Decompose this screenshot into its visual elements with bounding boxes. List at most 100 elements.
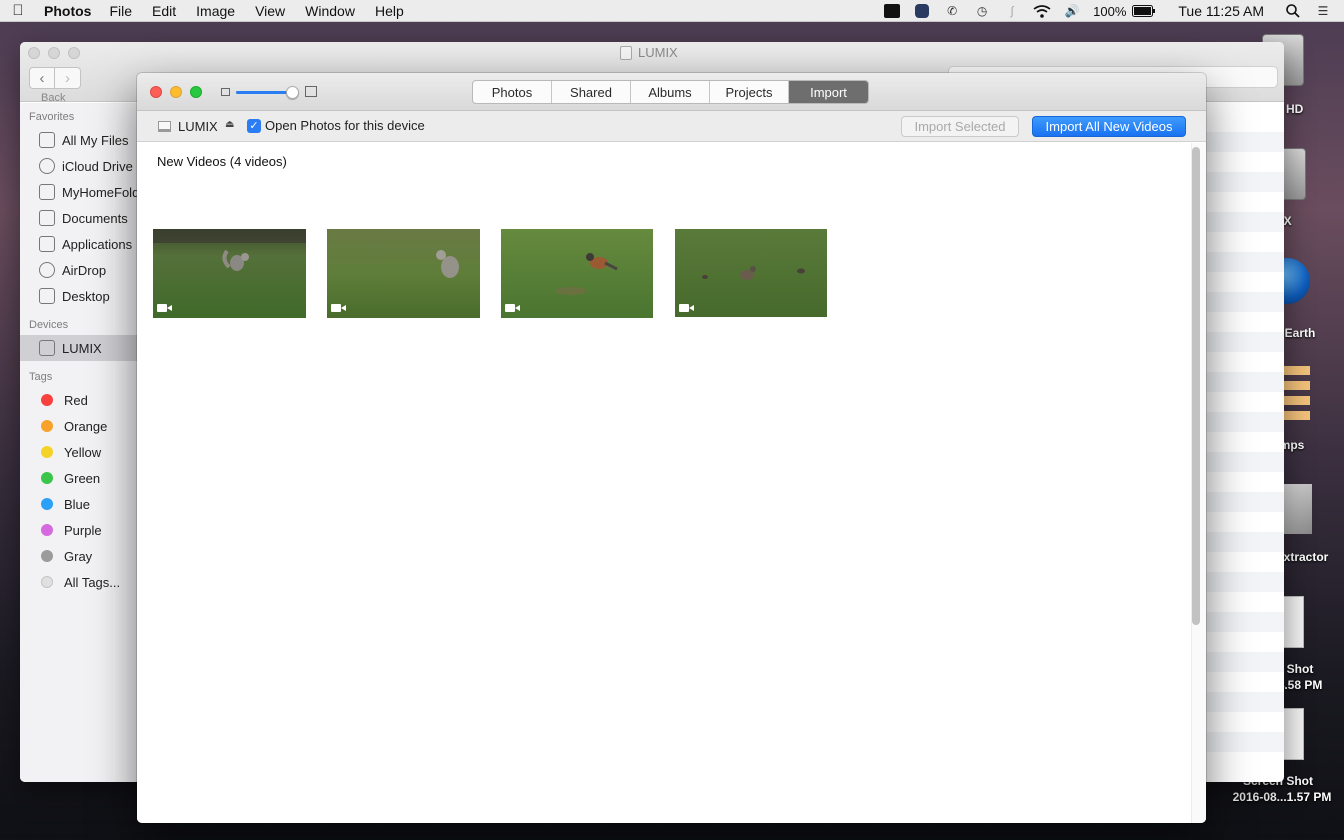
finder-title: LUMIX <box>620 45 678 60</box>
cloud-icon <box>39 158 55 174</box>
menu-view[interactable]: View <box>255 3 285 19</box>
sidebar-tag-red[interactable]: Red <box>20 387 139 413</box>
apple-menu-icon[interactable]:  <box>0 2 36 19</box>
sidebar-item-label: iCloud Drive <box>62 158 133 174</box>
apps-folder-icon[interactable] <box>1284 366 1310 426</box>
video-thumbnail[interactable] <box>327 229 480 318</box>
robin-thumbnail-image <box>501 229 653 318</box>
finder-zoom-button[interactable] <box>68 47 80 59</box>
scrollbar-thumb[interactable] <box>1192 147 1200 625</box>
sidebar-item-label: All My Files <box>62 132 129 148</box>
finder-minimize-button[interactable] <box>48 47 60 59</box>
sidebar-item-home[interactable]: MyHomeFolder <box>20 179 139 205</box>
sidebar-item-icloud-drive[interactable]: iCloud Drive <box>20 153 139 179</box>
squirrel-thumbnail-image <box>153 229 306 318</box>
sidebar-tag-green[interactable]: Green <box>20 465 139 491</box>
sidebar-item-label: All Tags... <box>64 574 121 590</box>
video-thumbnail[interactable] <box>153 229 306 318</box>
tag-color-icon <box>41 446 53 458</box>
minimize-button[interactable] <box>170 86 182 98</box>
finder-title-text: LUMIX <box>638 45 678 60</box>
sidebar-item-all-my-files[interactable]: All My Files <box>20 127 139 153</box>
desktop-label-shot-2-date[interactable]: 2016-08...1.57 PM <box>1220 790 1344 804</box>
close-button[interactable] <box>150 86 162 98</box>
menu-help[interactable]: Help <box>375 3 404 19</box>
phone-icon[interactable]: ✆ <box>943 4 961 18</box>
forward-button[interactable]: › <box>55 67 81 89</box>
finder-sidebar: Favorites All My Files iCloud Drive MyHo… <box>20 103 140 782</box>
menu-image[interactable]: Image <box>196 3 235 19</box>
slider-fill <box>236 91 292 94</box>
zoom-button[interactable] <box>190 86 202 98</box>
video-thumbnail[interactable] <box>501 229 653 318</box>
sidebar-tag-gray[interactable]: Gray <box>20 543 139 569</box>
document-icon <box>39 210 55 226</box>
sidebar-item-desktop[interactable]: Desktop <box>20 283 139 309</box>
tab-projects[interactable]: Projects <box>710 81 789 103</box>
menu-edit[interactable]: Edit <box>152 3 176 19</box>
battery-icon[interactable] <box>1132 4 1156 18</box>
wifi-icon[interactable] <box>1033 4 1051 18</box>
video-camera-icon <box>157 303 172 312</box>
video-camera-icon <box>679 303 694 312</box>
slider-knob[interactable] <box>285 86 299 99</box>
finder-close-button[interactable] <box>28 47 40 59</box>
sidebar-item-label: Yellow <box>64 444 102 460</box>
photos-window-controls <box>150 86 202 98</box>
menu-clock[interactable]: Tue 11:25 AM <box>1178 3 1264 19</box>
checkmark-icon[interactable]: ✓ <box>247 118 261 133</box>
sidebar-item-airdrop[interactable]: AirDrop <box>20 257 139 283</box>
import-all-button[interactable]: Import All New Videos <box>1032 116 1186 137</box>
tab-photos[interactable]: Photos <box>473 81 552 103</box>
tab-albums[interactable]: Albums <box>631 81 710 103</box>
sidebar-item-all-tags[interactable]: All Tags... <box>20 569 139 595</box>
spotlight-icon[interactable] <box>1284 4 1302 18</box>
finder-nav-buttons: ‹ › <box>29 67 81 89</box>
volume-icon[interactable]: 🔊 <box>1063 4 1081 18</box>
view-tabs: Photos Shared Albums Projects Import <box>472 80 869 104</box>
import-content: New Videos (4 videos) <box>137 143 1206 823</box>
sidebar-item-label: MyHomeFolder <box>62 184 139 200</box>
sidebar-tag-purple[interactable]: Purple <box>20 517 139 543</box>
drive-icon <box>39 340 55 356</box>
sidebar-tag-yellow[interactable]: Yellow <box>20 439 139 465</box>
status-backup-icon[interactable] <box>913 4 931 18</box>
video-camera-icon <box>331 303 346 312</box>
sidebar-item-label: Desktop <box>62 288 110 304</box>
menu-file[interactable]: File <box>109 3 132 19</box>
menu-app-name[interactable]: Photos <box>44 3 91 19</box>
tag-color-icon <box>41 420 53 432</box>
import-bar: LUMIX ⏏ ✓ Open Photos for this device Im… <box>137 111 1206 142</box>
time-machine-icon[interactable]: ◷ <box>973 4 991 18</box>
photos-toolbar[interactable]: Photos Shared Albums Projects Import <box>137 73 1206 111</box>
small-photo-icon <box>221 88 230 96</box>
status-app-icon[interactable] <box>883 4 901 18</box>
video-camera-icon <box>505 303 520 312</box>
notification-center-icon[interactable]: ☰ <box>1314 4 1332 18</box>
applications-icon <box>39 236 55 252</box>
sidebar-item-label: Purple <box>64 522 102 538</box>
finder-file-list <box>1206 112 1284 782</box>
eject-icon[interactable]: ⏏ <box>225 119 234 130</box>
video-thumbnail[interactable] <box>675 229 827 318</box>
sidebar-tag-blue[interactable]: Blue <box>20 491 139 517</box>
sidebar-item-label: Blue <box>64 496 91 512</box>
back-button[interactable]: ‹ <box>29 67 55 89</box>
desktop-icon <box>39 288 55 304</box>
sidebar-item-documents[interactable]: Documents <box>20 205 139 231</box>
bluetooth-icon[interactable]: ∫ <box>1003 4 1021 18</box>
tab-import[interactable]: Import <box>789 81 868 103</box>
sidebar-item-label: Applications <box>62 236 133 252</box>
airdrop-icon <box>39 262 55 278</box>
import-selected-button[interactable]: Import Selected <box>901 116 1019 137</box>
sidebar-item-lumix[interactable]: LUMIX <box>20 335 139 361</box>
menu-window[interactable]: Window <box>305 3 355 19</box>
tab-shared[interactable]: Shared <box>552 81 631 103</box>
sidebar-item-applications[interactable]: Applications <box>20 231 139 257</box>
sidebar-tag-orange[interactable]: Orange <box>20 413 139 439</box>
import-device: LUMIX <box>158 119 218 134</box>
open-photos-checkbox[interactable]: ✓ Open Photos for this device <box>247 118 425 133</box>
photos-window: Photos Shared Albums Projects Import LUM… <box>137 73 1206 823</box>
thumbnail-size-slider[interactable] <box>221 85 321 99</box>
open-photos-label[interactable]: Open Photos for this device <box>265 118 425 133</box>
